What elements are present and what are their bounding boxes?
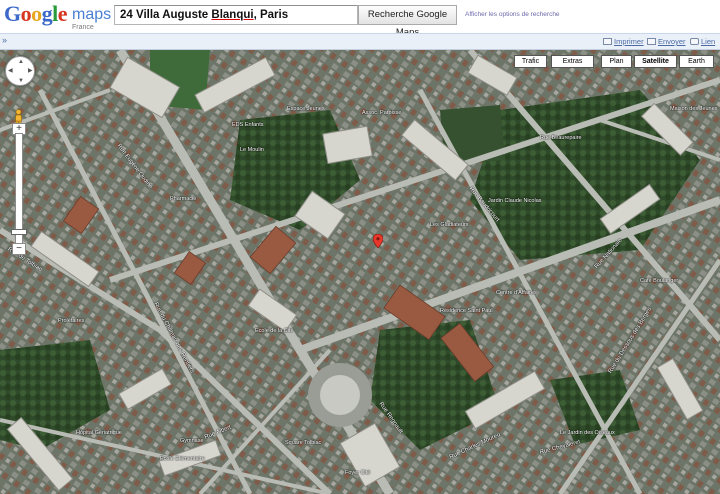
link-icon[interactable] (690, 38, 699, 45)
place-label: Gymnase (180, 438, 204, 444)
place-label: Maison des Jeunes (670, 106, 718, 112)
search-value-suffix: , Paris (253, 9, 289, 21)
logo-letter: g (41, 1, 53, 26)
earth-view-button[interactable]: Earth (679, 55, 714, 68)
search-value-prefix: 24 Villa Auguste (120, 9, 212, 21)
place-label: Les Gladiateurs (430, 222, 469, 228)
place-label: Résidence Saint Paul (440, 308, 493, 314)
pan-left-icon[interactable]: ◀ (8, 68, 13, 74)
link-link[interactable]: Lien (701, 37, 715, 46)
traffic-button[interactable]: Trafic (514, 55, 547, 68)
google-maps-logo[interactable]: Google maps France (4, 1, 112, 32)
more-button[interactable]: Extras (551, 55, 594, 68)
satellite-map[interactable]: Rue Eugène Oudiné Rue de Tolbiac Rue du … (0, 50, 720, 494)
printer-icon[interactable] (603, 38, 612, 45)
place-label: Ecole de la Cité (255, 328, 294, 334)
satellite-view-button[interactable]: Satellite (634, 55, 677, 68)
envelope-icon[interactable] (647, 38, 656, 45)
map-view-button[interactable]: Plan (601, 55, 632, 68)
collapse-panel-icon[interactable]: » (2, 35, 7, 45)
search-input[interactable]: 24 Villa Auguste Blanqui, Paris (114, 5, 358, 25)
logo-letter: o (31, 1, 42, 26)
zoom-out-button[interactable]: − (12, 243, 26, 255)
logo-letter: G (4, 1, 21, 26)
place-label: Jardin Claude Nicolas (488, 198, 542, 204)
search-value-underlined: Blanqui (211, 9, 254, 21)
place-label: Foyer Cité (345, 470, 371, 476)
logo-product: maps (72, 6, 112, 23)
place-label: Assoc. Paroisse (362, 110, 402, 116)
toolbar: » Imprimer Envoyer Lien (0, 33, 720, 50)
place-label: Pharmacie (170, 196, 197, 202)
print-link[interactable]: Imprimer (614, 37, 644, 46)
pan-control[interactable]: ▲ ▼ ◀ ▶ (5, 56, 35, 86)
zoom-slider-handle[interactable] (11, 228, 27, 235)
send-link[interactable]: Envoyer (658, 37, 686, 46)
place-label: Ecole Elémentaire (160, 456, 205, 462)
place-label: EDS Enfants (232, 122, 264, 128)
logo-country: France (72, 24, 94, 31)
pan-down-icon[interactable]: ▼ (18, 78, 24, 84)
header-bar: Google maps France 24 Villa Auguste Blan… (0, 0, 720, 38)
place-label: Café Boulanger (640, 278, 679, 284)
location-marker-icon[interactable] (373, 234, 383, 248)
place-label: Centre d'Affaires (496, 290, 537, 296)
satellite-imagery (0, 50, 720, 494)
logo-letter: e (57, 1, 68, 26)
place-label: Le Jardin des Oiseaux (560, 430, 615, 436)
map-type-controls: Trafic Extras Plan Satellite Earth (514, 55, 714, 69)
place-label: Hôpital Gériatrique (76, 430, 122, 436)
place-label: Le Moulin (240, 147, 264, 153)
google-logo-word: Google (4, 1, 68, 26)
pan-right-icon[interactable]: ▶ (28, 68, 33, 74)
place-label: Rue Beaurepaire (540, 135, 582, 141)
logo-letter: o (20, 1, 32, 26)
search-button[interactable]: Recherche Google Maps (358, 5, 457, 38)
search-options-link[interactable]: Afficher les options de recherche (465, 11, 560, 18)
place-label: Square Tolbiac (285, 440, 322, 446)
place-label: Espace Jeunes (287, 106, 325, 112)
place-label: Prolétaires (58, 318, 85, 324)
pan-up-icon[interactable]: ▲ (18, 59, 24, 65)
